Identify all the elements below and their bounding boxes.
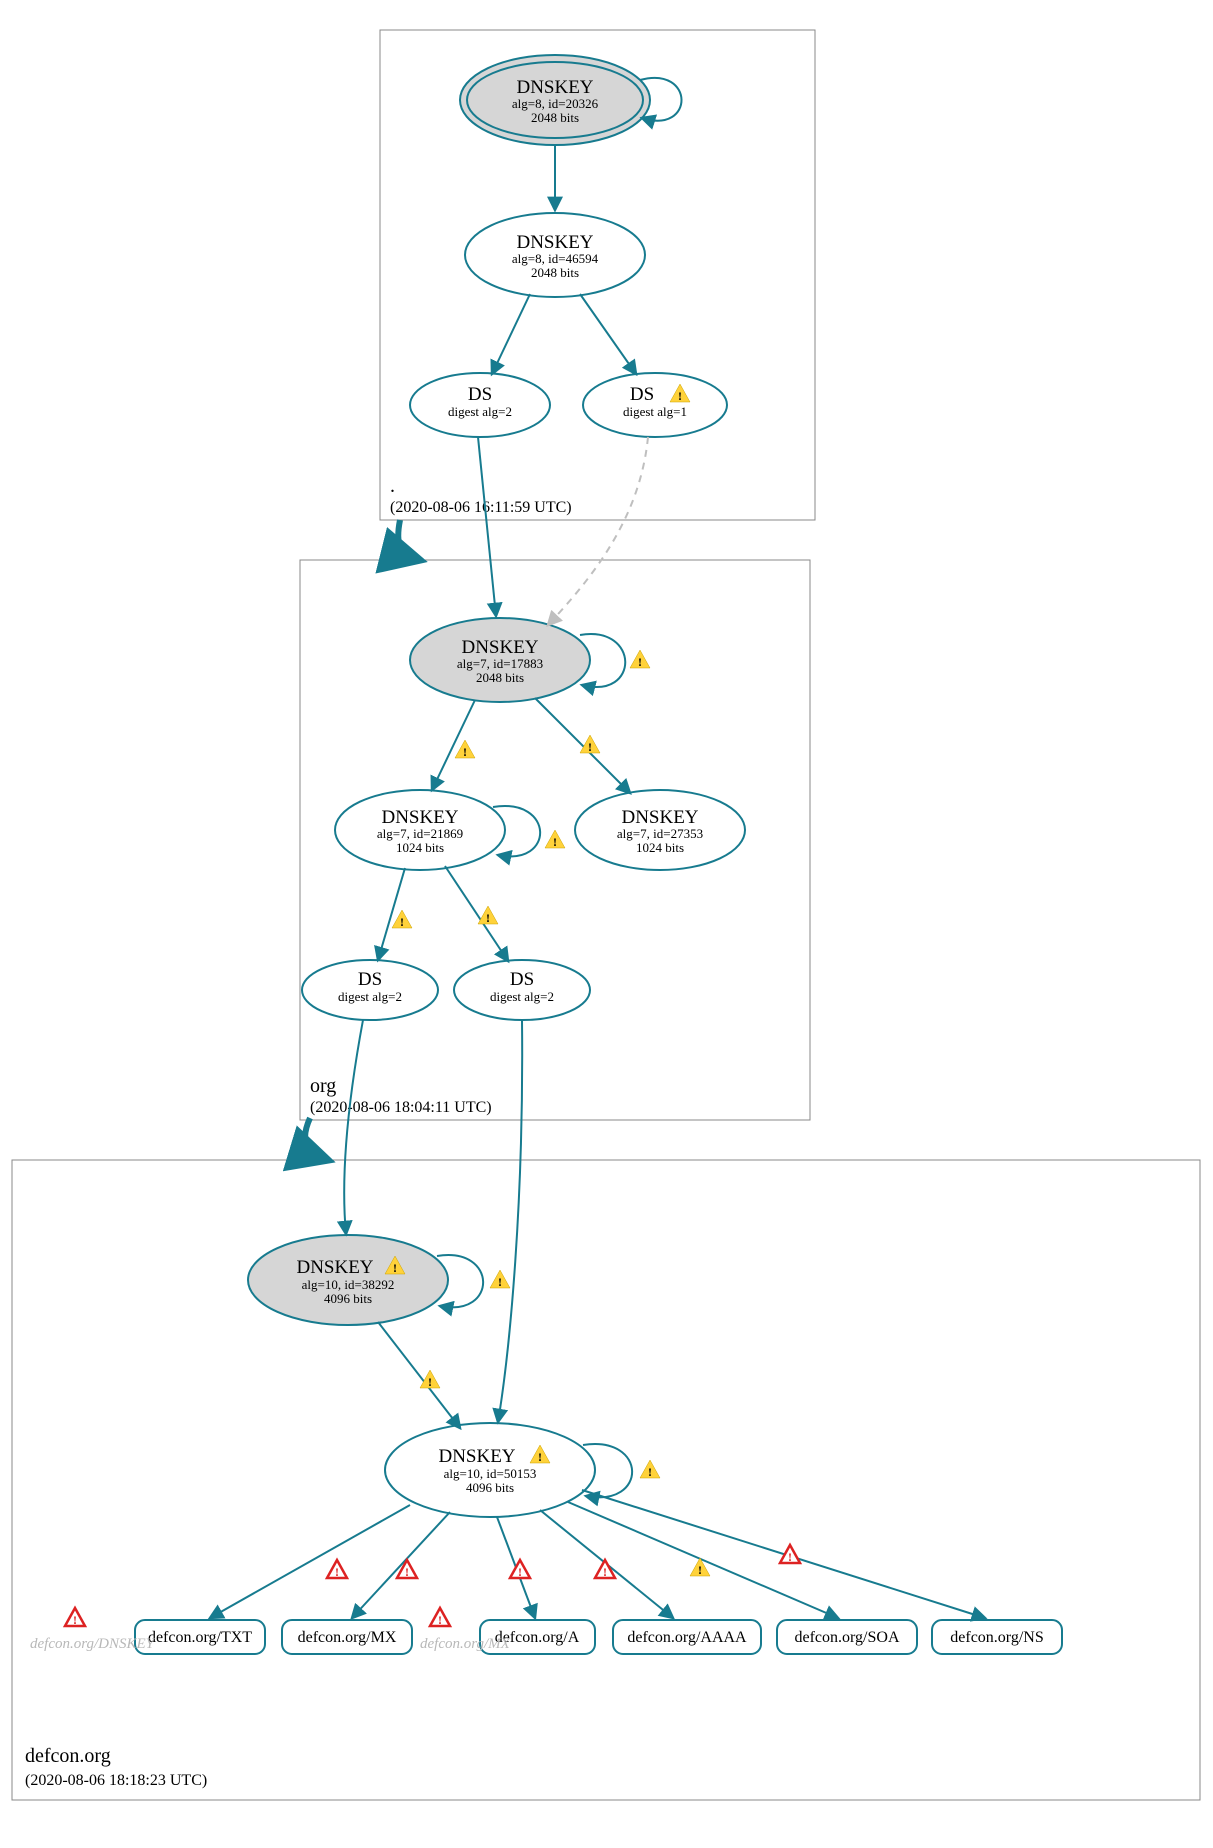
node-org-zsk1: DNSKEY alg=7, id=21869 1024 bits <box>335 790 505 870</box>
svg-text:1024 bits: 1024 bits <box>636 840 684 855</box>
svg-text:defcon.org/MX: defcon.org/MX <box>298 1629 397 1646</box>
zone-org-time: (2020-08-06 18:04:11 UTC) <box>310 1099 492 1116</box>
node-defcon-ksk: DNSKEY alg=10, id=38292 4096 bits <box>248 1235 448 1325</box>
edge-rootzsk-ds1 <box>492 294 530 374</box>
svg-text:DNSKEY: DNSKEY <box>461 637 538 658</box>
edge-rootzsk-ds2 <box>580 294 636 374</box>
error-icon <box>510 1560 530 1579</box>
node-root-ds1: DS digest alg=2 <box>410 373 550 437</box>
node-org-ds2: DS digest alg=2 <box>454 960 590 1020</box>
rr-txt: defcon.org/TXT <box>135 1620 265 1654</box>
node-org-zsk2: DNSKEY alg=7, id=27353 1024 bits <box>575 790 745 870</box>
warn-icon <box>392 910 412 929</box>
edge-ds1-dcksk <box>344 1020 363 1234</box>
edge-ds2-orgksk <box>548 437 648 625</box>
rr-ns: defcon.org/NS <box>932 1620 1062 1654</box>
edge-zsk1-ds2 <box>445 866 508 961</box>
edge-zsk-ns <box>582 1490 985 1618</box>
svg-text:2048 bits: 2048 bits <box>531 265 579 280</box>
node-org-ds1: DS digest alg=2 <box>302 960 438 1020</box>
svg-text:alg=7, id=17883: alg=7, id=17883 <box>457 656 543 671</box>
svg-text:defcon.org/AAAA: defcon.org/AAAA <box>627 1629 747 1646</box>
svg-text:defcon.org/TXT: defcon.org/TXT <box>148 1629 252 1646</box>
warn-icon <box>545 830 565 849</box>
error-icon <box>430 1608 450 1627</box>
svg-text:alg=10, id=38292: alg=10, id=38292 <box>302 1277 395 1292</box>
zone-defcon-box <box>12 1160 1200 1800</box>
svg-text:digest alg=2: digest alg=2 <box>338 989 402 1004</box>
svg-text:2048 bits: 2048 bits <box>476 670 524 685</box>
svg-text:digest alg=2: digest alg=2 <box>448 404 512 419</box>
zone-root-name: . <box>390 475 395 497</box>
faded-mx: defcon.org/MX <box>420 1636 511 1652</box>
svg-text:2048 bits: 2048 bits <box>531 110 579 125</box>
edge-root-to-org-zone <box>398 520 420 560</box>
warn-icon <box>478 906 498 925</box>
edge-zsk-mx <box>352 1512 450 1618</box>
svg-text:DNSKEY: DNSKEY <box>381 807 458 828</box>
svg-text:DS: DS <box>510 969 534 990</box>
warn-icon <box>490 1270 510 1289</box>
edge-orgksk-zsk2 <box>535 698 630 793</box>
node-org-ksk: DNSKEY alg=7, id=17883 2048 bits <box>410 618 590 702</box>
node-root-ksk: DNSKEY alg=8, id=20326 2048 bits <box>460 55 650 145</box>
node-defcon-zsk: DNSKEY alg=10, id=50153 4096 bits <box>385 1423 595 1517</box>
edge-org-to-defcon-zone <box>305 1118 328 1160</box>
svg-text:DNSKEY: DNSKEY <box>516 77 593 98</box>
zone-root-time: (2020-08-06 16:11:59 UTC) <box>390 499 572 516</box>
svg-text:DNSKEY: DNSKEY <box>516 232 593 253</box>
error-icon <box>397 1560 417 1579</box>
edge-ds1-orgksk <box>478 437 496 616</box>
svg-text:digest alg=1: digest alg=1 <box>623 404 687 419</box>
warn-icon <box>580 735 600 754</box>
svg-text:DNSKEY: DNSKEY <box>438 1446 515 1467</box>
svg-text:DS: DS <box>630 384 654 405</box>
svg-text:defcon.org/NS: defcon.org/NS <box>950 1629 1043 1646</box>
edge-dcksk-dczsk <box>378 1322 460 1428</box>
warn-icon <box>455 740 475 759</box>
warn-icon <box>630 650 650 669</box>
svg-text:alg=8, id=46594: alg=8, id=46594 <box>512 251 599 266</box>
edge-zsk-txt <box>210 1505 410 1618</box>
svg-text:1024 bits: 1024 bits <box>396 840 444 855</box>
svg-text:4096 bits: 4096 bits <box>466 1480 514 1495</box>
svg-text:alg=10, id=50153: alg=10, id=50153 <box>444 1466 537 1481</box>
node-root-ds2: DS digest alg=1 <box>583 373 727 437</box>
zone-defcon-time: (2020-08-06 18:18:23 UTC) <box>25 1772 207 1789</box>
error-icon <box>327 1560 347 1579</box>
svg-text:DNSKEY: DNSKEY <box>621 807 698 828</box>
zone-defcon-name: defcon.org <box>25 1745 111 1767</box>
rr-mx: defcon.org/MX <box>282 1620 412 1654</box>
edge-orgksk-zsk1 <box>432 700 475 790</box>
node-root-zsk: DNSKEY alg=8, id=46594 2048 bits <box>465 213 645 297</box>
svg-text:4096 bits: 4096 bits <box>324 1291 372 1306</box>
zone-org-name: org <box>310 1075 336 1097</box>
rr-soa: defcon.org/SOA <box>777 1620 917 1654</box>
error-icon <box>65 1608 85 1627</box>
svg-text:alg=7, id=27353: alg=7, id=27353 <box>617 826 703 841</box>
rr-aaaa: defcon.org/AAAA <box>613 1620 761 1654</box>
faded-dnskey: defcon.org/DNSKEY <box>30 1636 156 1652</box>
svg-text:DS: DS <box>358 969 382 990</box>
svg-text:alg=8, id=20326: alg=8, id=20326 <box>512 96 599 111</box>
edge-ds2-dczsk <box>498 1020 522 1422</box>
warn-icon <box>640 1460 660 1479</box>
svg-text:defcon.org/SOA: defcon.org/SOA <box>794 1629 899 1646</box>
svg-text:alg=7, id=21869: alg=7, id=21869 <box>377 826 463 841</box>
svg-text:DNSKEY: DNSKEY <box>296 1257 373 1278</box>
dnssec-diagram: ! ! . (2020-08-06 16:11:59 UTC) DNSKEY a… <box>0 0 1213 1848</box>
svg-text:digest alg=2: digest alg=2 <box>490 989 554 1004</box>
svg-text:DS: DS <box>468 384 492 405</box>
